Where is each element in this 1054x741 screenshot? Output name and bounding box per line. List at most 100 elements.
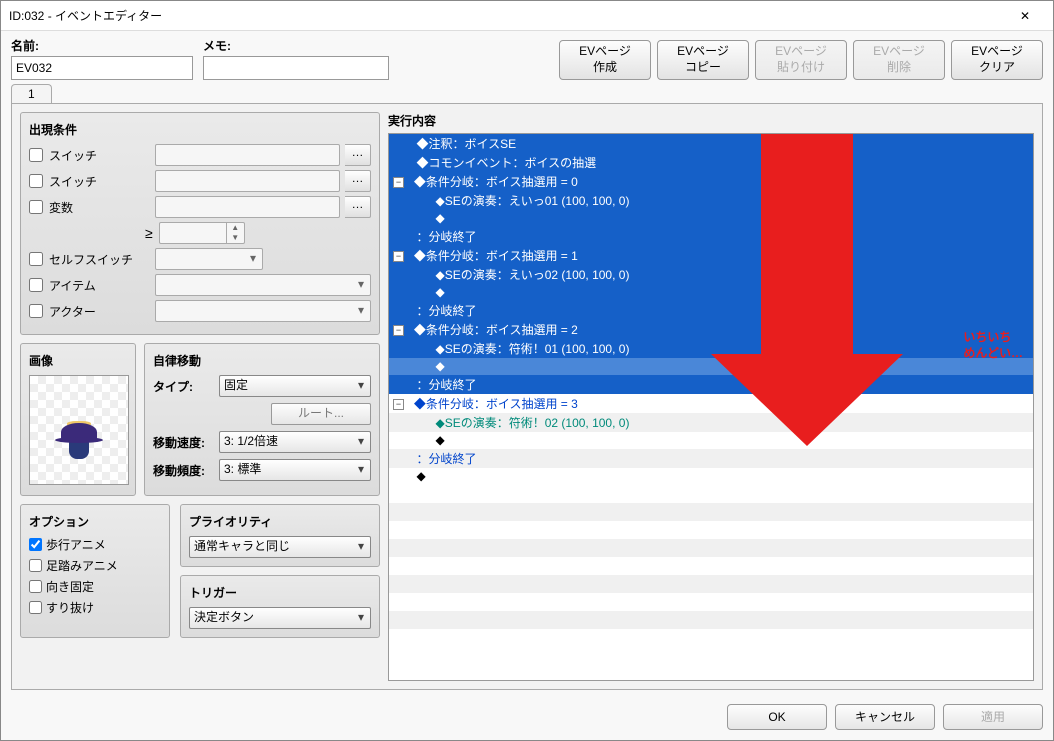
exec-line[interactable]: − ◆条件分岐：ボイス抽選用 = 1 (389, 246, 1033, 265)
exec-line[interactable]: ◆SEの演奏：えいっ01 (100, 100, 0) (389, 191, 1033, 210)
cond-variable-row: 変数 … (29, 196, 371, 218)
opt-step-label: 足踏みアニメ (46, 557, 118, 574)
exec-text: ◆条件分岐：ボイス抽選用 = 3 (414, 397, 578, 411)
left-column: 出現条件 スイッチ … スイッチ … 変数 … (20, 112, 380, 681)
cond-switch1-check[interactable] (29, 148, 43, 162)
collapse-icon[interactable]: − (393, 325, 404, 336)
exec-line[interactable]: ◆ (389, 468, 1033, 485)
evpage-paste-label: EVページ 貼り付け (775, 44, 827, 75)
priority-panel: プライオリティ 通常キャラと同じ (180, 504, 380, 567)
evpage-create-button[interactable]: EVページ 作成 (559, 40, 651, 80)
exec-line[interactable]: ：分岐終了 (389, 375, 1033, 394)
collapse-icon[interactable]: − (393, 251, 404, 262)
cancel-button[interactable]: キャンセル (835, 704, 935, 730)
exec-line[interactable]: ◆ (389, 284, 1033, 301)
exec-line[interactable]: ：分岐終了 (389, 301, 1033, 320)
exec-list[interactable]: ◆注釈：ボイスSE ◆コモンイベント：ボイスの抽選 − ◆条件分岐：ボイス抽選用… (388, 133, 1034, 681)
cond-variable-spinner[interactable]: ▲▼ (159, 222, 245, 244)
auto-type-select[interactable]: 固定 (219, 375, 371, 397)
titlebar: ID:032 - イベントエディター ✕ (1, 1, 1053, 31)
name-input[interactable] (11, 56, 193, 80)
character-image-box[interactable] (29, 375, 129, 485)
cond-selfswitch-row: セルフスイッチ (29, 248, 371, 270)
auto-speed-row: 移動速度: 3: 1/2倍速 (153, 431, 371, 453)
opt-through-label: すり抜け (46, 599, 94, 616)
exec-line[interactable]: − ◆条件分岐：ボイス抽選用 = 0 (389, 172, 1033, 191)
exec-line[interactable]: ◆SEの演奏：えいっ02 (100, 100, 0) (389, 265, 1033, 284)
exec-empty-rows (389, 485, 1033, 629)
exec-text: ◆ (432, 285, 445, 299)
exec-line[interactable]: ◆SEの演奏：符術！02 (100, 100, 0) (389, 413, 1033, 432)
ok-button[interactable]: OK (727, 704, 827, 730)
opt-dir: 向き固定 (29, 578, 161, 595)
cond-actor-dropdown[interactable] (155, 300, 371, 322)
cond-selfswitch-dropdown[interactable] (155, 248, 263, 270)
exec-line[interactable]: ◆SEの演奏：符術！01 (100, 100, 0) (389, 339, 1033, 358)
exec-text: ◆条件分岐：ボイス抽選用 = 1 (414, 249, 578, 263)
exec-line[interactable]: ◆コモンイベント：ボイスの抽選 (389, 153, 1033, 172)
exec-text: ：分岐終了 (416, 304, 476, 318)
priority-value: 通常キャラと同じ (194, 539, 290, 553)
trigger-select[interactable]: 決定ボタン (189, 607, 371, 629)
evpage-clear-button[interactable]: EVページ クリア (951, 40, 1043, 80)
cond-variable-check[interactable] (29, 200, 43, 214)
ge-symbol: ≥ (145, 225, 153, 241)
exec-line[interactable]: ◆ (389, 432, 1033, 449)
cond-item-dropdown[interactable] (155, 274, 371, 296)
main-area: 出現条件 スイッチ … スイッチ … 変数 … (11, 103, 1043, 690)
cond-variable-ellipsis[interactable]: … (345, 196, 371, 218)
evpage-copy-label: EVページ コピー (677, 44, 729, 75)
tab-1[interactable]: 1 (11, 84, 52, 103)
cond-selfswitch-label: セルフスイッチ (49, 251, 149, 268)
memo-input[interactable] (203, 56, 389, 80)
cond-variable-input[interactable] (155, 196, 340, 218)
cond-actor-check[interactable] (29, 304, 43, 318)
auto-type-value: 固定 (224, 378, 248, 392)
exec-line[interactable]: − ◆条件分岐：ボイス抽選用 = 2 (389, 320, 1033, 339)
cond-switch2-label: スイッチ (49, 173, 149, 190)
cond-selfswitch-check[interactable] (29, 252, 43, 266)
auto-freq-label: 移動頻度: (153, 462, 213, 479)
collapse-icon[interactable]: − (393, 399, 404, 410)
exec-line[interactable]: ：分岐終了 (389, 449, 1033, 468)
cond-switch2-check[interactable] (29, 174, 43, 188)
auto-type-label: タイプ: (153, 378, 213, 395)
exec-line[interactable]: ◆ (389, 358, 1033, 375)
evpage-copy-button[interactable]: EVページ コピー (657, 40, 749, 80)
evpage-paste-button: EVページ 貼り付け (755, 40, 847, 80)
exec-text: ◆ (432, 433, 445, 447)
collapse-icon[interactable]: − (393, 177, 404, 188)
exec-line[interactable]: − ◆条件分岐：ボイス抽選用 = 3 (389, 394, 1033, 413)
opt-step-check[interactable] (29, 559, 42, 572)
opt-walk-check[interactable] (29, 538, 42, 551)
name-label: 名前: (11, 37, 193, 54)
options-priority-row: オプション 歩行アニメ 足踏みアニメ 向き固定 すり抜け プライオリティ 通常キ… (20, 504, 380, 638)
exec-line[interactable]: ◆注釈：ボイスSE (389, 134, 1033, 153)
exec-line[interactable]: ◆ (389, 210, 1033, 227)
cond-switch2-ellipsis[interactable]: … (345, 170, 371, 192)
cond-switch1-input[interactable] (155, 144, 340, 166)
cond-switch1-label: スイッチ (49, 147, 149, 164)
auto-title: 自律移動 (153, 352, 371, 369)
exec-line[interactable]: ：分岐終了 (389, 227, 1033, 246)
opt-dir-check[interactable] (29, 580, 42, 593)
exec-text: ：分岐終了 (416, 230, 476, 244)
route-button[interactable]: ルート... (271, 403, 371, 425)
cond-switch1-ellipsis[interactable]: … (345, 144, 371, 166)
priority-title: プライオリティ (189, 513, 371, 530)
close-button[interactable]: ✕ (1005, 2, 1045, 30)
cond-item-label: アイテム (49, 277, 149, 294)
cond-switch2-input[interactable] (155, 170, 340, 192)
conditions-title: 出現条件 (29, 121, 371, 138)
opt-walk: 歩行アニメ (29, 536, 161, 553)
auto-freq-value: 3: 標準 (224, 462, 261, 476)
autonomous-panel: 自律移動 タイプ: 固定 ルート... 移動速度: 3: 1/2倍速 移動頻度: (144, 343, 380, 496)
exec-column: 実行内容 ◆注釈：ボイスSE ◆コモンイベント：ボイスの抽選 − ◆条件分岐：ボ… (388, 112, 1034, 681)
cond-item-check[interactable] (29, 278, 43, 292)
opt-through-check[interactable] (29, 601, 42, 614)
auto-freq-select[interactable]: 3: 標準 (219, 459, 371, 481)
trigger-title: トリガー (189, 584, 371, 601)
auto-speed-select[interactable]: 3: 1/2倍速 (219, 431, 371, 453)
priority-select[interactable]: 通常キャラと同じ (189, 536, 371, 558)
cond-switch1-row: スイッチ … (29, 144, 371, 166)
